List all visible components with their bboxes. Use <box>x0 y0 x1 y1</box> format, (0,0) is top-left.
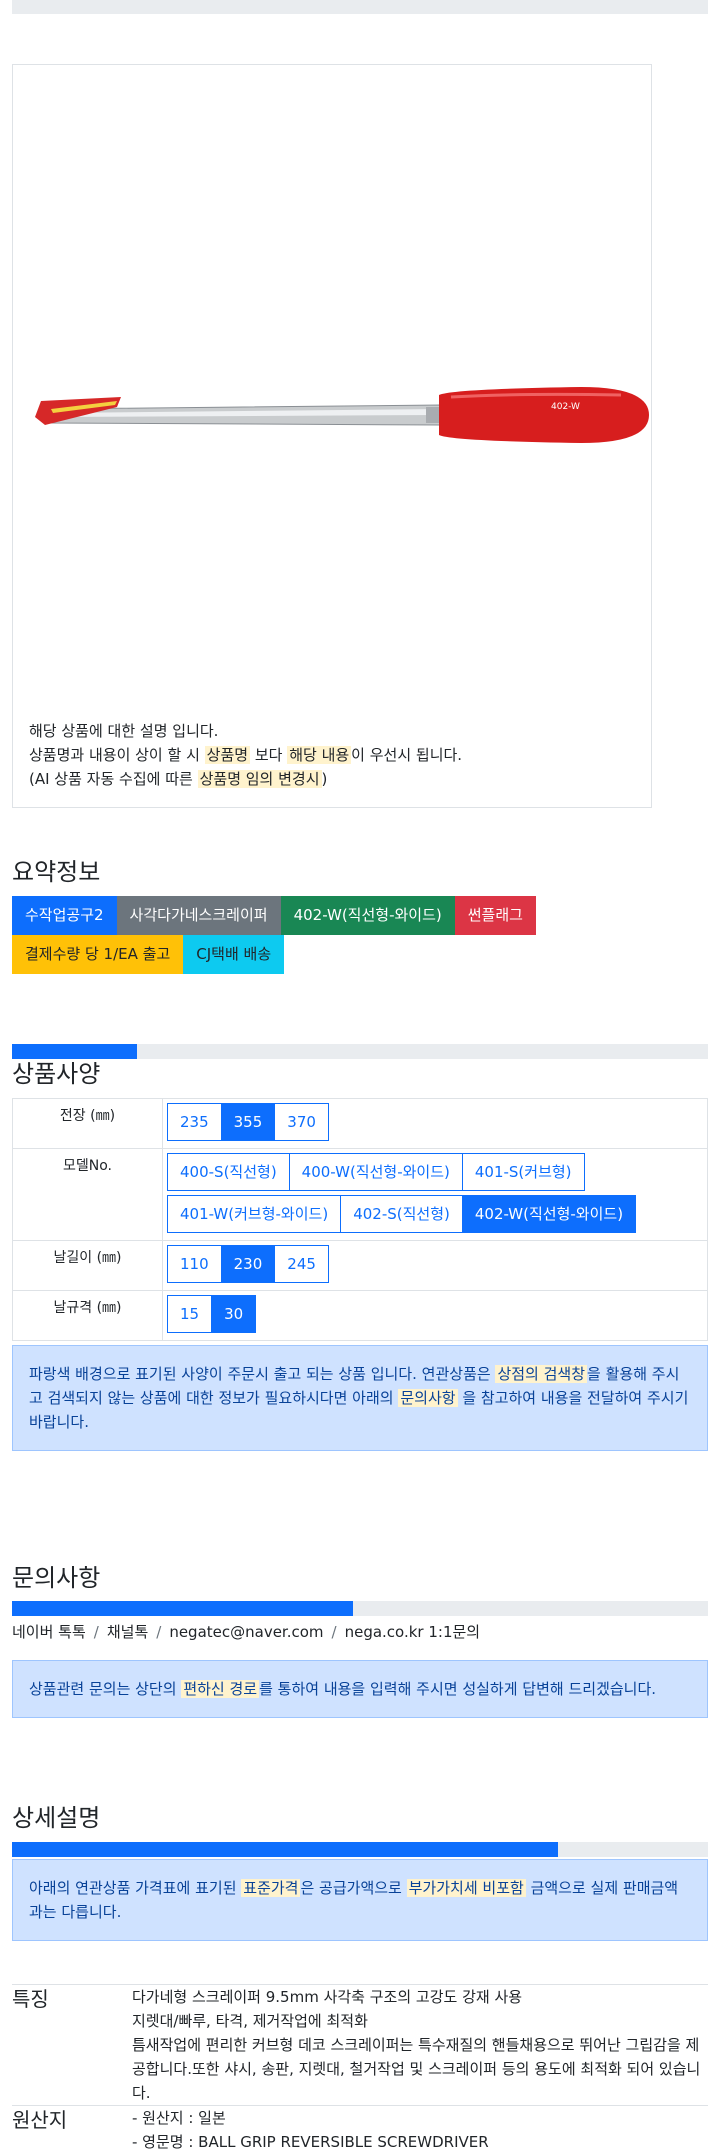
spec-options: 235 355 370 <box>162 1098 708 1149</box>
detail-row-origin: 원산지 - 원산지 : 일본 - 영문명 : BALL GRIP REVERSI… <box>12 2105 708 2149</box>
inquiry-progress-fill <box>12 1601 354 1616</box>
option-button[interactable]: 230 <box>220 1245 276 1283</box>
option-button[interactable]: 235 <box>167 1103 222 1141</box>
highlight-search: 상점의 검색창 <box>495 1365 588 1383</box>
option-button[interactable]: 245 <box>274 1245 329 1283</box>
badge-row-2: 결제수량 당 1/EA 출고 CJ택배 배송 <box>12 935 612 974</box>
highlight-channel: 편하신 경로 <box>181 1680 260 1698</box>
highlight-vat: 부가가치세 비포함 <box>406 1879 526 1897</box>
option-button[interactable]: 355 <box>220 1103 276 1141</box>
spec-label: 모델No. <box>12 1148 163 1241</box>
spec-label: 날길이 (㎜) <box>12 1240 163 1291</box>
desc-line-1: 해당 상품에 대한 설명 입니다. <box>29 722 219 740</box>
specs-progress-fill <box>12 1044 138 1059</box>
option-button[interactable]: 402-W(직선형-와이드) <box>461 1195 637 1233</box>
highlight-standard-price: 표준가격 <box>241 1879 301 1897</box>
option-button[interactable]: 15 <box>167 1295 213 1333</box>
detail-info: 특징 다가네형 스크레이퍼 9.5mm 사각축 구조의 고강도 강재 사용 지렛… <box>12 1984 708 2149</box>
contact-channel-talk[interactable]: 채널톡 <box>107 1623 148 1641</box>
summary-badges: 수작업공구2 사각다가네스크레이퍼 402-W(직선형-와이드) 썬플래그 결제… <box>12 896 612 974</box>
option-button[interactable]: 400-S(직선형) <box>167 1153 290 1191</box>
highlight-name-change: 상품명 임의 변경시 <box>197 770 322 788</box>
detail-key: 특징 <box>12 1987 49 2011</box>
option-button[interactable]: 110 <box>167 1245 222 1283</box>
summary-title: 요약정보 <box>12 858 101 886</box>
badge-model: 402-W(직선형-와이드) <box>280 896 455 935</box>
detail-value: 다가네형 스크레이퍼 9.5mm 사각축 구조의 고강도 강재 사용 지렛대/빠… <box>132 1988 701 2102</box>
product-description: 해당 상품에 대한 설명 입니다. 상품명과 내용이 상이 할 시 상품명 보다… <box>29 719 462 791</box>
detail-key: 원산지 <box>12 2108 68 2132</box>
spec-label: 날규격 (㎜) <box>12 1290 163 1341</box>
product-card: 402-W 해당 상품에 대한 설명 입니다. 상품명과 내용이 상이 할 시 … <box>12 64 652 808</box>
option-button[interactable]: 30 <box>211 1295 257 1333</box>
spec-options: 15 30 <box>162 1290 708 1341</box>
price-notice: 아래의 연관상품 가격표에 표기된 표준가격 은 공급가액으로 부가가치세 비포함… <box>12 1859 708 1941</box>
detail-value: - 원산지 : 일본 - 영문명 : BALL GRIP REVERSIBLE … <box>132 2109 489 2149</box>
option-button[interactable]: 402-S(직선형) <box>340 1195 463 1233</box>
badge-row-1: 수작업공구2 사각다가네스크레이퍼 402-W(직선형-와이드) 썬플래그 <box>12 896 612 935</box>
details-title: 상세설명 <box>12 1804 101 1832</box>
inquiry-notice: 상품관련 문의는 상단의 편하신 경로 를 통하여 내용을 입력해 주시면 성실하… <box>12 1660 708 1718</box>
handle-label: 402-W <box>551 402 580 412</box>
badge-type: 사각다가네스크레이퍼 <box>116 896 281 935</box>
desc-line-2: 상품명과 내용이 상이 할 시 상품명 보다 해당 내용 이 우선시 됩니다. <box>29 746 463 764</box>
spec-label: 전장 (㎜) <box>12 1098 163 1149</box>
inquiry-title: 문의사항 <box>12 1564 101 1592</box>
desc-line-3: (AI 상품 자동 수집에 따른 상품명 임의 변경시) <box>29 770 328 788</box>
spec-notice: 파랑색 배경으로 표기된 사양이 주문시 출고 되는 상품 입니다. 연관상품은… <box>12 1345 708 1451</box>
product-image: 402-W <box>35 387 649 443</box>
specs-title: 상품사양 <box>12 1060 101 1088</box>
highlight-product-name: 상품명 <box>204 746 251 764</box>
badge-brand: 썬플래그 <box>454 896 536 935</box>
specs-progress <box>12 1044 708 1059</box>
inquiry-progress <box>12 1601 708 1616</box>
contact-email[interactable]: negatec@naver.com <box>169 1623 323 1641</box>
spec-row-model: 모델No. 400-S(직선형) 400-W(직선형-와이드) 401-S(커브… <box>12 1148 708 1241</box>
highlight-inquiry: 문의사항 <box>398 1389 458 1407</box>
spec-table: 전장 (㎜) 235 355 370 모델No. 400-S(직선형) 400-… <box>12 1098 708 1341</box>
highlight-content: 해당 내용 <box>287 746 352 764</box>
top-divider <box>12 0 708 14</box>
option-button[interactable]: 370 <box>274 1103 329 1141</box>
option-button[interactable]: 401-W(커브형-와이드) <box>167 1195 342 1233</box>
contact-channels: 네이버 톡톡 / 채널톡 / negatec@naver.com / nega.co.kr … <box>12 1623 481 1641</box>
badge-shipping: CJ택배 배송 <box>183 935 285 974</box>
contact-site-inquiry[interactable]: nega.co.kr 1:1문의 <box>345 1623 481 1641</box>
detail-row-features: 특징 다가네형 스크레이퍼 9.5mm 사각축 구조의 고강도 강재 사용 지렛… <box>12 1984 708 2105</box>
details-progress <box>12 1842 708 1857</box>
contact-naver-talk[interactable]: 네이버 톡톡 <box>12 1623 86 1641</box>
option-button[interactable]: 401-S(커브형) <box>461 1153 585 1191</box>
spec-row-length: 전장 (㎜) 235 355 370 <box>12 1098 708 1149</box>
option-button[interactable]: 400-W(직선형-와이드) <box>288 1153 463 1191</box>
badge-category: 수작업공구2 <box>12 896 117 935</box>
spec-row-blade-width: 날규격 (㎜) 15 30 <box>12 1290 708 1341</box>
spec-row-blade-length: 날길이 (㎜) 110 230 245 <box>12 1240 708 1291</box>
spec-options: 110 230 245 <box>162 1240 708 1291</box>
details-progress-fill <box>12 1842 559 1857</box>
badge-quantity: 결제수량 당 1/EA 출고 <box>12 935 184 974</box>
spec-options: 400-S(직선형) 400-W(직선형-와이드) 401-S(커브형) 401… <box>162 1148 708 1241</box>
